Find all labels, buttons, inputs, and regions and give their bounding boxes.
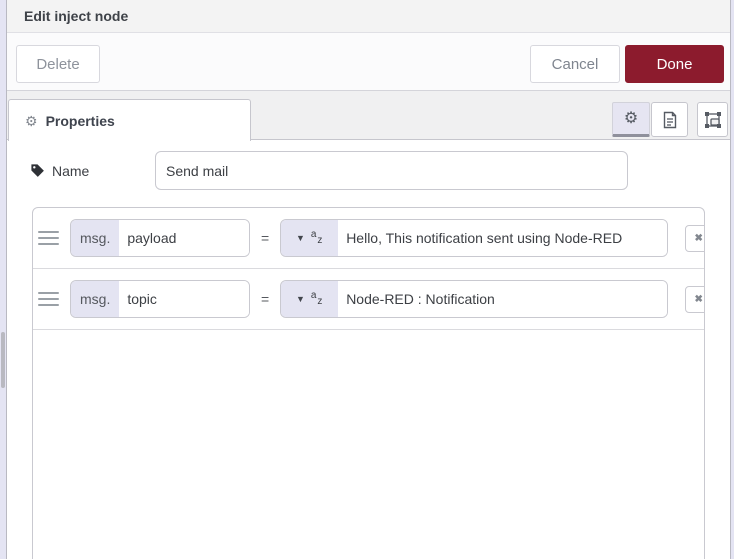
- list-item-topic: msg. = ▼ az ✖: [33, 269, 704, 330]
- typed-input: ▼ az: [280, 280, 669, 318]
- string-az-icon: az: [310, 229, 324, 246]
- tab-properties[interactable]: ⚙ Properties: [8, 99, 251, 141]
- document-icon: [663, 111, 676, 128]
- gear-icon: ⚙: [25, 112, 38, 129]
- scrollbar-thumb[interactable]: [1, 332, 5, 388]
- dialog-toolbar: Delete Cancel Done: [7, 33, 730, 91]
- drag-handle-icon[interactable]: [38, 292, 59, 306]
- dialog-title: Edit inject node: [24, 8, 129, 24]
- property-field: msg.: [70, 280, 250, 318]
- tab-bar: ⚙ Properties ⚙: [7, 91, 730, 141]
- drag-handle-icon[interactable]: [38, 231, 59, 245]
- name-label: Name: [30, 163, 89, 179]
- msg-prefix: msg.: [71, 220, 120, 256]
- close-icon: ✖: [694, 293, 703, 305]
- tab-properties-label: Properties: [45, 112, 115, 129]
- type-select-button[interactable]: ▼ az: [281, 281, 339, 317]
- properties-tool-button[interactable]: ⚙: [612, 102, 650, 137]
- cancel-button[interactable]: Cancel: [530, 45, 620, 83]
- edit-dialog: Edit inject node Delete Cancel Done ⚙ Pr…: [6, 0, 731, 559]
- payload-value-input[interactable]: [338, 220, 668, 256]
- equals-sign: =: [261, 291, 270, 307]
- list-item-payload: msg. = ▼ az ✖: [33, 208, 704, 269]
- property-name-input[interactable]: [119, 281, 249, 317]
- typed-input: ▼ az: [280, 219, 669, 257]
- chevron-down-icon: ▼: [295, 293, 305, 304]
- remove-row-button[interactable]: ✖: [685, 285, 704, 313]
- close-icon: ✖: [694, 232, 703, 244]
- msg-prefix: msg.: [71, 281, 120, 317]
- done-button[interactable]: Done: [625, 45, 724, 83]
- appearance-tool-button[interactable]: [697, 102, 728, 137]
- string-az-icon: az: [310, 290, 324, 307]
- equals-sign: =: [261, 230, 270, 246]
- description-tool-button[interactable]: [651, 102, 688, 137]
- remove-row-button[interactable]: ✖: [685, 224, 704, 252]
- properties-panel: Name msg. = ▼ az: [7, 140, 730, 559]
- name-row: Name: [30, 151, 89, 190]
- tag-icon: [31, 164, 44, 177]
- type-select-button[interactable]: ▼ az: [281, 220, 339, 256]
- name-input[interactable]: [155, 151, 628, 190]
- property-name-input[interactable]: [119, 220, 249, 256]
- delete-button[interactable]: Delete: [16, 45, 100, 83]
- property-field: msg.: [70, 219, 250, 257]
- inject-property-list: msg. = ▼ az ✖ msg.: [32, 207, 705, 559]
- dialog-header: Edit inject node: [7, 0, 730, 33]
- gear-icon: ⚙: [623, 109, 639, 127]
- topic-value-input[interactable]: [338, 281, 668, 317]
- chevron-down-icon: ▼: [295, 232, 305, 243]
- appearance-icon: [704, 111, 721, 128]
